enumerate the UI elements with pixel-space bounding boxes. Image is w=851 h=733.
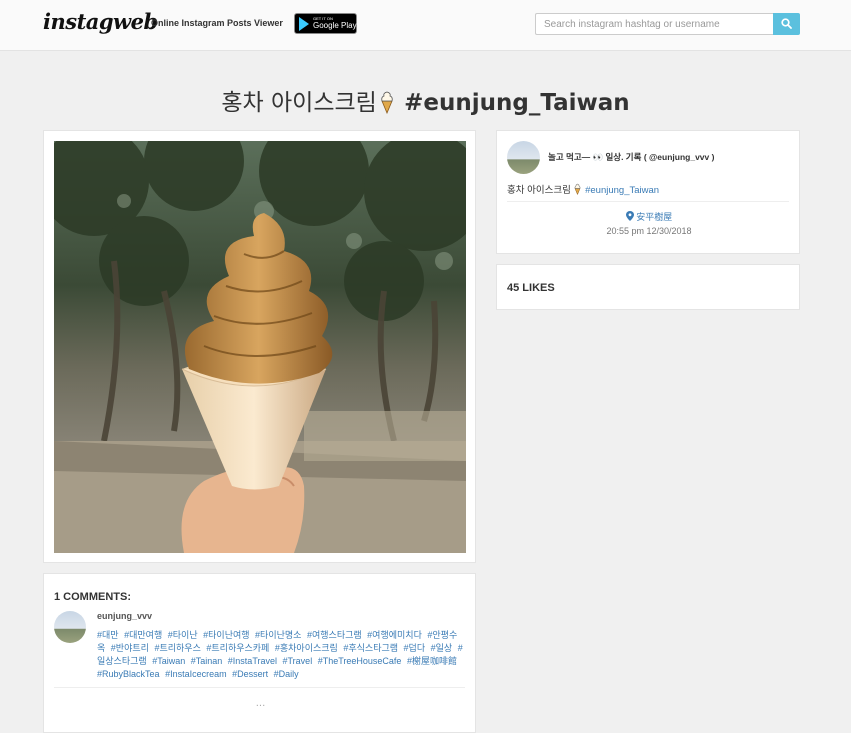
site-tagline: Online Instagram Posts Viewer [151,18,283,28]
caption-hashtag[interactable]: #eunjung_Taiwan [585,185,659,196]
comment-hashtag[interactable]: #RubyBlackTea [97,669,160,679]
load-more-comments[interactable]: ... [44,698,477,709]
page-title: 홍차 아이스크림 #eunjung_Taiwan [0,83,851,117]
post-info-card: 놀고 먹고— 👀 일상. 기록 ( @eunjung_vvv ) 홍차 아이스크… [496,130,800,254]
post-location[interactable]: 安平樹屋 [497,210,801,223]
comment-hashtag[interactable]: #InstaTravel [228,656,277,666]
author-avatar[interactable] [507,141,540,174]
title-hashtag[interactable]: #eunjung_Taiwan [404,90,630,116]
search-button[interactable] [773,13,800,35]
comment-hashtag[interactable]: #TheTreeHouseCafe [318,656,402,666]
comment-hashtag[interactable]: #트리하우스 [154,643,200,653]
commenter-avatar[interactable] [54,611,86,643]
comments-title: 1 COMMENTS: [54,591,131,603]
comment-hashtag[interactable]: #덥다 [404,643,426,653]
comment-hashtag[interactable]: #반야트리 [111,643,149,653]
post-photo[interactable] [54,141,466,553]
post-photo-card [43,130,476,563]
comment-hashtag[interactable]: #여행에미치다 [367,630,422,640]
author-name[interactable]: 놀고 먹고— 👀 일상. 기록 ( @eunjung_vvv ) [548,151,714,163]
comment-hashtag[interactable]: #榭屋咖啡館 [407,656,457,666]
comment-hashtag[interactable]: #InstaIcecream [165,669,227,679]
comment-hashtag[interactable]: #타이난명소 [255,630,301,640]
comment-hashtag[interactable]: #트리하우스카페 [206,643,269,653]
comment-hashtag[interactable]: #타이난 [168,630,198,640]
comment-hashtag[interactable]: #Daily [274,669,299,679]
comment-username[interactable]: eunjung_vvv [97,611,152,621]
location-name: 安平樹屋 [636,212,673,222]
likes-count: 45 LIKES [507,282,555,294]
map-pin-icon [625,211,634,221]
comment-hashtag[interactable]: #타이난여행 [203,630,249,640]
search-input[interactable] [535,13,774,35]
badge-big-text: Google Play [313,21,357,30]
play-store-icon [299,17,309,31]
comment-hashtag[interactable]: #일상 [431,643,453,653]
top-header: instagweb Online Instagram Posts Viewer … [0,0,851,51]
title-text: 홍차 아이스크림 [221,90,377,116]
info-divider [507,201,789,202]
comment-divider [54,687,465,688]
comment-hashtag[interactable]: #대만여행 [124,630,162,640]
comment-hashtag[interactable]: #홍차아이스크림 [275,643,338,653]
comment-hashtag[interactable]: #Taiwan [152,656,185,666]
post-caption: 홍차 아이스크림 #eunjung_Taiwan [507,182,659,196]
comment-text: #대만 #대만여행 #타이난 #타이난여행 #타이난명소 #여행스타그램 #여행… [97,629,467,681]
soft-ice-cream-icon [575,183,581,196]
comment-hashtag[interactable]: #Travel [283,656,313,666]
search-icon [781,18,792,29]
google-play-badge[interactable]: GET IT ON Google Play [294,13,357,34]
likes-card: 45 LIKES [496,264,800,310]
site-logo[interactable]: instagweb [43,9,158,34]
comments-card: 1 COMMENTS: eunjung_vvv #대만 #대만여행 #타이난 #… [43,573,476,733]
soft-ice-cream-icon [381,91,393,114]
post-timestamp: 20:55 pm 12/30/2018 [606,226,692,236]
comment-hashtag[interactable]: #후식스타그램 [343,643,398,653]
search-bar [535,13,800,35]
comment-hashtag[interactable]: #Dessert [232,669,268,679]
comment-hashtag[interactable]: #대만 [97,630,119,640]
comment-hashtag[interactable]: #Tainan [191,656,223,666]
caption-text: 홍차 아이스크림 [507,185,571,196]
comment-hashtag[interactable]: #여행스타그램 [307,630,362,640]
